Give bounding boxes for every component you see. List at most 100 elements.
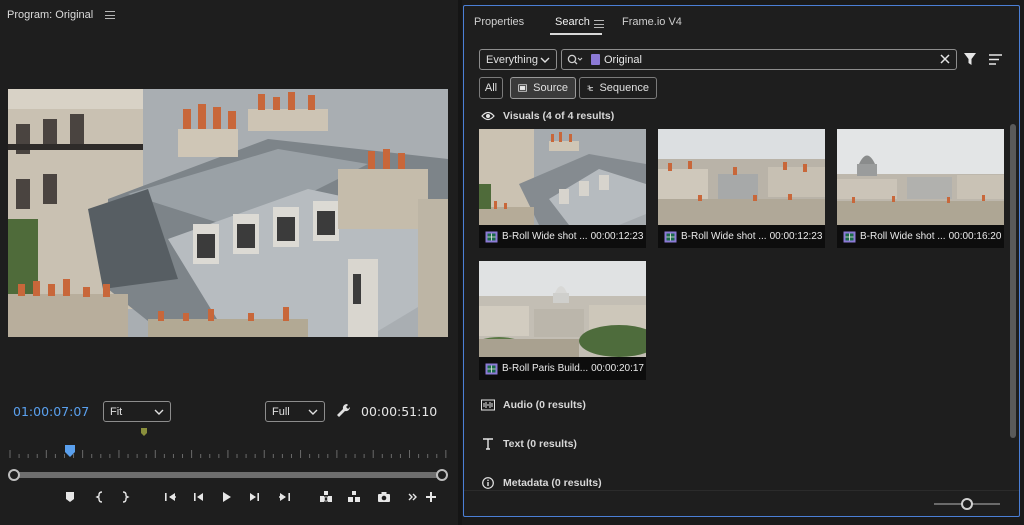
result-thumbnail[interactable]: B-Roll Wide shot ... 00:00:16:20: [837, 129, 1004, 248]
add-marker-icon: [66, 492, 74, 502]
video-clip-icon: [843, 231, 856, 242]
resolution-dropdown-value: Full: [272, 405, 290, 418]
search-input[interactable]: Original: [561, 49, 957, 70]
duration-timecode: 00:00:51:10: [361, 404, 438, 419]
result-thumbnail-image: [479, 261, 646, 357]
visuals-section-label: Visuals (4 of 4 results): [503, 110, 615, 122]
text-section-header[interactable]: Text (0 results): [481, 438, 577, 450]
mark-out-icon: [122, 491, 130, 503]
zoom-handle-left[interactable]: [8, 469, 20, 481]
step-back-icon: [194, 493, 203, 501]
playback-resolution-dropdown[interactable]: Full: [265, 401, 325, 422]
filter-chip-sequence[interactable]: Sequence: [579, 77, 657, 99]
filter-chip-all[interactable]: All: [479, 77, 503, 99]
play-icon: [223, 492, 231, 502]
go-to-out-button[interactable]: [276, 489, 292, 505]
result-duration: 00:00:12:23: [769, 231, 823, 242]
filter-chip-sequence-label: Sequence: [599, 82, 649, 94]
results-scrollbar[interactable]: [1010, 124, 1016, 438]
zoom-scroll-track: [13, 472, 443, 478]
tab-properties[interactable]: Properties: [474, 16, 524, 28]
audio-waveform-icon: [481, 399, 495, 411]
mark-in-button[interactable]: [92, 489, 108, 505]
active-tab-indicator: [550, 33, 602, 35]
more-controls-button[interactable]: [405, 489, 421, 505]
mark-in-icon: [95, 491, 103, 503]
audio-section-header[interactable]: Audio (0 results): [481, 399, 586, 411]
zoom-scroll-bar[interactable]: [8, 469, 448, 481]
plus-icon: [426, 492, 436, 502]
sequence-icon: [587, 85, 593, 91]
visuals-section-header[interactable]: Visuals (4 of 4 results): [481, 110, 614, 122]
step-back-button[interactable]: [191, 489, 207, 505]
search-query-value: Original: [604, 53, 642, 66]
fit-dropdown-value: Fit: [110, 405, 123, 418]
extract-icon: [348, 491, 360, 502]
chevron-down-icon: [308, 409, 318, 415]
result-caption: B-Roll Wide shot ... 00:00:12:23: [658, 225, 825, 248]
go-to-in-button[interactable]: [163, 489, 179, 505]
go-to-out-icon: [279, 493, 290, 501]
search-scope-value: Everything: [486, 53, 538, 66]
in-point-marker-icon: [141, 428, 147, 436]
result-duration: 00:00:12:23: [590, 231, 644, 242]
add-marker-button[interactable]: [62, 489, 78, 505]
camera-icon: [378, 492, 390, 502]
search-scope-dropdown[interactable]: Everything: [479, 49, 557, 70]
program-controls-row: 01:00:07:07 Fit Full 00:00:51:10: [0, 400, 458, 424]
metadata-section-label: Metadata (0 results): [503, 477, 602, 489]
panel-tabs: Properties Search Frame.io V4: [464, 6, 1019, 38]
metadata-section-header[interactable]: Metadata (0 results): [481, 477, 602, 489]
panel-divider[interactable]: [458, 0, 462, 525]
result-thumbnail[interactable]: B-Roll Paris Build... 00:00:20:17: [479, 261, 646, 380]
result-name: B-Roll Paris Build...: [502, 363, 589, 374]
filter-chip-all-label: All: [484, 82, 498, 94]
play-button[interactable]: [218, 489, 234, 505]
result-thumbnail[interactable]: B-Roll Wide shot ... 00:00:12:23: [658, 129, 825, 248]
panel-menu-icon[interactable]: [105, 11, 116, 19]
zoom-handle-right[interactable]: [436, 469, 448, 481]
program-monitor-title[interactable]: Program: Original: [7, 9, 93, 21]
program-monitor-panel: Program: Original 01:00:07:07 Fit Full 0…: [0, 0, 458, 525]
filter-chip-source-label: Source: [533, 82, 568, 94]
go-to-in-icon: [165, 493, 176, 501]
filter-icon[interactable]: [963, 52, 977, 66]
eye-icon: [481, 111, 495, 121]
fit-dropdown[interactable]: Fit: [103, 401, 171, 422]
program-viewer-frame[interactable]: [8, 89, 448, 337]
playhead-icon[interactable]: [65, 445, 76, 457]
video-clip-icon: [485, 363, 498, 374]
sort-icon[interactable]: [989, 54, 1002, 65]
search-icon[interactable]: [567, 54, 583, 66]
button-editor-button[interactable]: [423, 489, 439, 505]
result-duration: 00:00:20:17: [591, 363, 644, 374]
result-caption: B-Roll Wide shot ... 00:00:16:20: [837, 225, 1004, 248]
footer-divider: [464, 490, 1019, 491]
step-forward-button[interactable]: [246, 489, 262, 505]
source-clip-icon: [518, 84, 527, 92]
result-thumbnail[interactable]: B-Roll Wide shot ... 00:00:12:23: [479, 129, 646, 248]
audio-section-label: Audio (0 results): [503, 399, 586, 411]
current-timecode[interactable]: 01:00:07:07: [13, 404, 89, 419]
filter-chip-source[interactable]: Source: [510, 77, 576, 99]
result-duration: 00:00:16:20: [948, 231, 1002, 242]
lift-button[interactable]: [318, 489, 334, 505]
result-thumbnail-image: [837, 129, 1004, 225]
tab-frameio[interactable]: Frame.io V4: [622, 16, 682, 28]
tab-search[interactable]: Search: [555, 16, 590, 28]
thumbnail-size-slider[interactable]: [934, 498, 1000, 510]
thumbnail-size-knob[interactable]: [961, 498, 973, 510]
chevron-down-icon: [540, 57, 550, 63]
panel-menu-icon[interactable]: [594, 20, 604, 28]
text-type-icon: [483, 438, 493, 450]
export-frame-button[interactable]: [376, 489, 392, 505]
mark-out-button[interactable]: [117, 489, 133, 505]
search-panel: Properties Search Frame.io V4 Everything…: [463, 5, 1020, 517]
result-thumbnail-image: [479, 129, 646, 225]
close-icon[interactable]: [939, 53, 951, 65]
result-thumbnail-image: [658, 129, 825, 225]
wrench-icon[interactable]: [336, 403, 352, 419]
video-clip-icon: [664, 231, 677, 242]
result-name: B-Roll Wide shot ...: [681, 231, 767, 242]
extract-button[interactable]: [346, 489, 362, 505]
